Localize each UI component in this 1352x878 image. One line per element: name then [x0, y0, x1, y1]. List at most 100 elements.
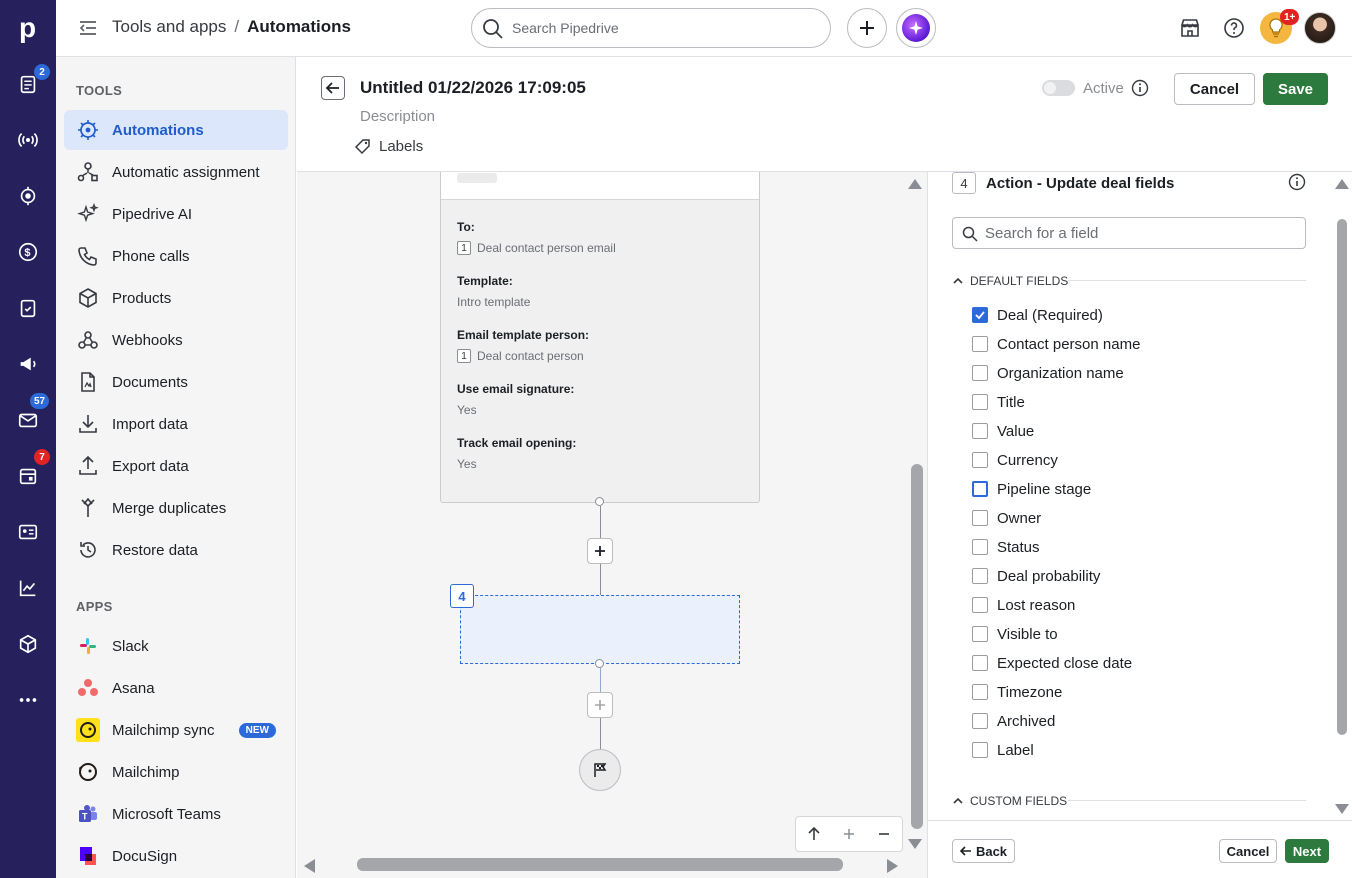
- rail-campaigns[interactable]: [0, 112, 56, 168]
- sidebar-item-microsoft-teams[interactable]: T Microsoft Teams: [64, 794, 288, 834]
- checkbox[interactable]: [972, 336, 988, 352]
- checkbox[interactable]: [972, 713, 988, 729]
- rail-campaigns-megaphone[interactable]: [0, 336, 56, 392]
- field-checkbox-row[interactable]: Status: [972, 536, 1040, 558]
- automation-title[interactable]: Untitled 01/22/2026 17:09:05: [360, 78, 586, 98]
- panel-scroll-up-arrow[interactable]: [1335, 179, 1349, 189]
- scroll-up-arrow[interactable]: [908, 179, 922, 189]
- checkbox[interactable]: [972, 626, 988, 642]
- help-icon[interactable]: [1222, 16, 1246, 40]
- add-step-button-disabled[interactable]: [587, 692, 613, 718]
- rail-leads[interactable]: 2: [0, 56, 56, 112]
- checkbox[interactable]: [972, 597, 988, 613]
- new-step-placeholder[interactable]: [460, 595, 740, 664]
- global-search-input[interactable]: [512, 20, 812, 36]
- workflow-canvas[interactable]: To: 1 Deal contact person email Template…: [297, 172, 927, 878]
- field-checkbox-row[interactable]: Label: [972, 739, 1034, 761]
- info-icon[interactable]: [1131, 79, 1149, 102]
- field-checkbox-row[interactable]: Value: [972, 420, 1034, 442]
- scroll-down-arrow[interactable]: [908, 839, 922, 849]
- sidebar-item-phone-calls[interactable]: Phone calls: [64, 236, 288, 276]
- zoom-out-icon[interactable]: [872, 822, 896, 846]
- add-step-button[interactable]: [587, 538, 613, 564]
- sidebar-item-slack[interactable]: Slack: [64, 626, 288, 666]
- field-checkbox-row[interactable]: Organization name: [972, 362, 1124, 384]
- field-checkbox-row[interactable]: Owner: [972, 507, 1041, 529]
- cancel-button[interactable]: Cancel: [1174, 73, 1255, 105]
- sidebar-item-mailchimp[interactable]: Mailchimp: [64, 752, 288, 792]
- rail-products[interactable]: [0, 616, 56, 672]
- field-checkbox-row[interactable]: Archived: [972, 710, 1055, 732]
- global-search[interactable]: [471, 8, 831, 48]
- active-toggle[interactable]: [1042, 80, 1075, 96]
- sidebar-item-automatic-assignment[interactable]: Automatic assignment: [64, 152, 288, 192]
- scroll-right-arrow[interactable]: [887, 859, 898, 873]
- field-search-input[interactable]: [985, 224, 1285, 242]
- marketplace-icon[interactable]: [1178, 16, 1202, 40]
- scroll-left-arrow[interactable]: [304, 859, 315, 873]
- rail-contacts[interactable]: [0, 504, 56, 560]
- rail-sales[interactable]: $: [0, 224, 56, 280]
- field-checkbox-row[interactable]: Lost reason: [972, 594, 1075, 616]
- checkbox[interactable]: [972, 423, 988, 439]
- labels-button[interactable]: Labels: [355, 138, 423, 155]
- canvas-horizontal-scroll-thumb[interactable]: [357, 858, 843, 871]
- ai-assistant-button[interactable]: [896, 8, 936, 48]
- send-email-step-card[interactable]: To: 1 Deal contact person email Template…: [440, 172, 760, 503]
- field-checkbox-row[interactable]: Currency: [972, 449, 1058, 471]
- field-checkbox-row[interactable]: Visible to: [972, 623, 1058, 645]
- sidebar-item-documents[interactable]: Documents: [64, 362, 288, 402]
- field-search[interactable]: [952, 217, 1306, 249]
- zoom-in-icon[interactable]: [837, 822, 861, 846]
- rail-activities[interactable]: [0, 280, 56, 336]
- field-checkbox-row[interactable]: Contact person name: [972, 333, 1140, 355]
- scroll-to-top-icon[interactable]: [802, 822, 826, 846]
- sidebar-item-merge-duplicates[interactable]: Merge duplicates: [64, 488, 288, 528]
- sidebar-item-export-data[interactable]: Export data: [64, 446, 288, 486]
- sidebar-item-webhooks[interactable]: Webhooks: [64, 320, 288, 360]
- rail-mail[interactable]: 57: [0, 392, 56, 448]
- checkbox[interactable]: [972, 539, 988, 555]
- pipedrive-logo[interactable]: p: [0, 0, 56, 56]
- checkbox[interactable]: [972, 655, 988, 671]
- sidebar-item-import-data[interactable]: Import data: [64, 404, 288, 444]
- field-checkbox-row[interactable]: Timezone: [972, 681, 1062, 703]
- panel-scroll-down-arrow[interactable]: [1335, 804, 1349, 814]
- canvas-vertical-scroll-thumb[interactable]: [911, 464, 923, 829]
- checkbox[interactable]: [972, 394, 988, 410]
- field-checkbox-row[interactable]: Pipeline stage: [972, 478, 1091, 500]
- field-checkbox-row[interactable]: Deal (Required): [972, 304, 1103, 326]
- sidebar-item-asana[interactable]: Asana: [64, 668, 288, 708]
- back-arrow-button[interactable]: [321, 76, 345, 100]
- custom-fields-toggle[interactable]: CUSTOM FIELDS: [952, 794, 1067, 808]
- menu-collapse-icon[interactable]: [78, 18, 98, 38]
- panel-scroll-thumb[interactable]: [1337, 219, 1347, 735]
- sidebar-item-pipedrive-ai[interactable]: Pipedrive AI: [64, 194, 288, 234]
- quick-add-button[interactable]: [847, 8, 887, 48]
- panel-cancel-button[interactable]: Cancel: [1219, 839, 1277, 863]
- rail-deals[interactable]: [0, 168, 56, 224]
- sidebar-item-docusign[interactable]: DocuSign: [64, 836, 288, 876]
- checkbox[interactable]: [972, 510, 988, 526]
- checkbox[interactable]: [972, 568, 988, 584]
- info-icon[interactable]: [1288, 173, 1306, 196]
- rail-calendar[interactable]: 7: [0, 448, 56, 504]
- checkbox[interactable]: [972, 481, 988, 497]
- sidebar-item-mailchimp-sync[interactable]: Mailchimp sync NEW: [64, 710, 288, 750]
- checkbox[interactable]: [972, 365, 988, 381]
- checkbox[interactable]: [972, 742, 988, 758]
- rail-insights[interactable]: [0, 560, 56, 616]
- automation-description[interactable]: Description: [360, 108, 435, 125]
- field-checkbox-row[interactable]: Deal probability: [972, 565, 1100, 587]
- default-fields-toggle[interactable]: DEFAULT FIELDS: [952, 274, 1068, 288]
- rail-more[interactable]: [0, 672, 56, 728]
- sidebar-item-automations[interactable]: Automations: [64, 110, 288, 150]
- checkbox[interactable]: [972, 452, 988, 468]
- breadcrumb-parent[interactable]: Tools and apps: [112, 17, 226, 37]
- save-button[interactable]: Save: [1263, 73, 1328, 105]
- sidebar-item-restore-data[interactable]: Restore data: [64, 530, 288, 570]
- back-button[interactable]: Back: [952, 839, 1015, 863]
- checkbox[interactable]: [972, 684, 988, 700]
- field-checkbox-row[interactable]: Expected close date: [972, 652, 1132, 674]
- next-button[interactable]: Next: [1285, 839, 1329, 863]
